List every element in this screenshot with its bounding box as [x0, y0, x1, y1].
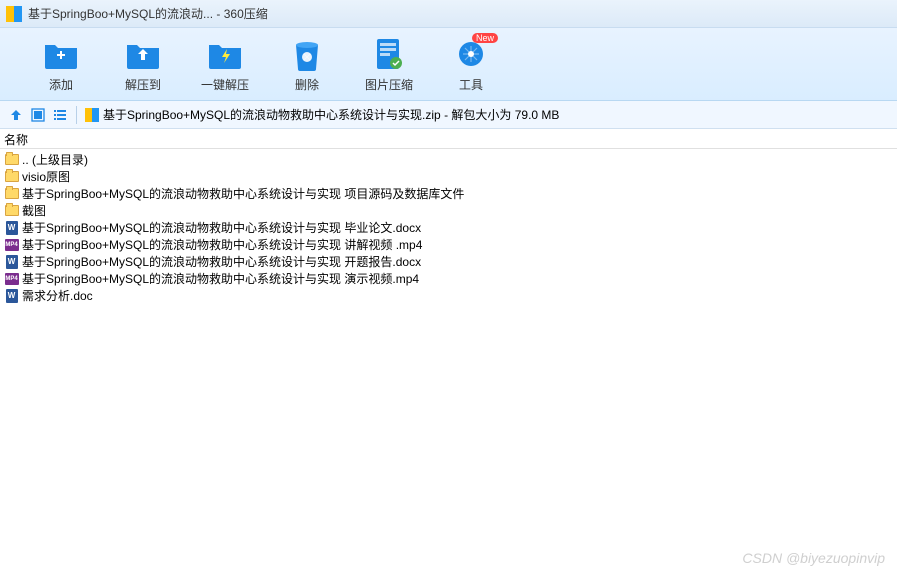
file-row[interactable]: W基于SpringBoo+MySQL的流浪动物救助中心系统设计与实现 开题报告.…: [4, 253, 893, 270]
file-name: 基于SpringBoo+MySQL的流浪动物救助中心系统设计与实现 毕业论文.d…: [22, 219, 421, 236]
add-button[interactable]: 添加: [20, 29, 102, 99]
file-name: 基于SpringBoo+MySQL的流浪动物救助中心系统设计与实现 讲解视频 .…: [22, 236, 422, 253]
file-name: 基于SpringBoo+MySQL的流浪动物救助中心系统设计与实现 演示视频.m…: [22, 270, 419, 287]
delete-label: 删除: [295, 76, 319, 93]
file-name: 基于SpringBoo+MySQL的流浪动物救助中心系统设计与实现 开题报告.d…: [22, 253, 421, 270]
main-toolbar: 添加 解压到 一键解压 删除 图片压缩 New 工具: [0, 28, 897, 101]
archive-path-text: 基于SpringBoo+MySQL的流浪动物救助中心系统设计与实现.zip - …: [103, 106, 559, 123]
column-name-header: 名称: [4, 133, 28, 147]
file-name: 需求分析.doc: [22, 287, 93, 304]
file-row[interactable]: W需求分析.doc: [4, 287, 893, 304]
folder-icon: [4, 153, 19, 167]
trash-icon: [289, 36, 325, 72]
folder-icon: [4, 187, 19, 201]
file-row[interactable]: 基于SpringBoo+MySQL的流浪动物救助中心系统设计与实现 项目源码及数…: [4, 185, 893, 202]
image-compress-button[interactable]: 图片压缩: [348, 29, 430, 99]
lightning-folder-icon: [207, 36, 243, 72]
docx-icon: W: [4, 221, 19, 235]
tools-label: 工具: [459, 76, 483, 93]
delete-button[interactable]: 删除: [266, 29, 348, 99]
file-row[interactable]: W基于SpringBoo+MySQL的流浪动物救助中心系统设计与实现 毕业论文.…: [4, 219, 893, 236]
watermark-text: CSDN @biyezuopinvip: [742, 550, 885, 566]
file-name: .. (上级目录): [22, 151, 88, 168]
app-icon: [6, 6, 22, 22]
extract-folder-icon: [125, 36, 161, 72]
mp4-icon: MP4: [4, 238, 19, 252]
add-folder-icon: [43, 36, 79, 72]
new-badge: New: [472, 33, 498, 43]
folder-icon: [4, 204, 19, 218]
doc-icon: W: [4, 289, 19, 303]
title-bar: 基于SpringBoo+MySQL的流浪动... - 360压缩: [0, 0, 897, 28]
file-row[interactable]: MP4基于SpringBoo+MySQL的流浪动物救助中心系统设计与实现 演示视…: [4, 270, 893, 287]
file-name: visio原图: [22, 168, 70, 185]
mp4-icon: MP4: [4, 272, 19, 286]
file-list: .. (上级目录)visio原图基于SpringBoo+MySQL的流浪动物救助…: [0, 149, 897, 306]
view-list-icon[interactable]: [52, 107, 68, 123]
image-compress-icon: [371, 36, 407, 72]
navigation-bar: 基于SpringBoo+MySQL的流浪动物救助中心系统设计与实现.zip - …: [0, 101, 897, 129]
file-row[interactable]: MP4基于SpringBoo+MySQL的流浪动物救助中心系统设计与实现 讲解视…: [4, 236, 893, 253]
add-label: 添加: [49, 76, 73, 93]
window-title: 基于SpringBoo+MySQL的流浪动... - 360压缩: [28, 5, 268, 22]
one-click-label: 一键解压: [201, 76, 249, 93]
file-name: 基于SpringBoo+MySQL的流浪动物救助中心系统设计与实现 项目源码及数…: [22, 185, 464, 202]
folder-icon: [4, 170, 19, 184]
up-arrow-icon[interactable]: [8, 107, 24, 123]
file-row[interactable]: .. (上级目录): [4, 151, 893, 168]
file-row[interactable]: visio原图: [4, 168, 893, 185]
file-name: 截图: [22, 202, 46, 219]
file-row[interactable]: 截图: [4, 202, 893, 219]
view-detail-icon[interactable]: [30, 107, 46, 123]
extract-to-label: 解压到: [125, 76, 161, 93]
one-click-extract-button[interactable]: 一键解压: [184, 29, 266, 99]
archive-file-icon: [85, 108, 99, 122]
image-compress-label: 图片压缩: [365, 76, 413, 93]
tools-button[interactable]: New 工具: [430, 29, 512, 99]
extract-to-button[interactable]: 解压到: [102, 29, 184, 99]
column-header-row[interactable]: 名称: [0, 129, 897, 149]
docx-icon: W: [4, 255, 19, 269]
path-display[interactable]: 基于SpringBoo+MySQL的流浪动物救助中心系统设计与实现.zip - …: [85, 106, 559, 123]
